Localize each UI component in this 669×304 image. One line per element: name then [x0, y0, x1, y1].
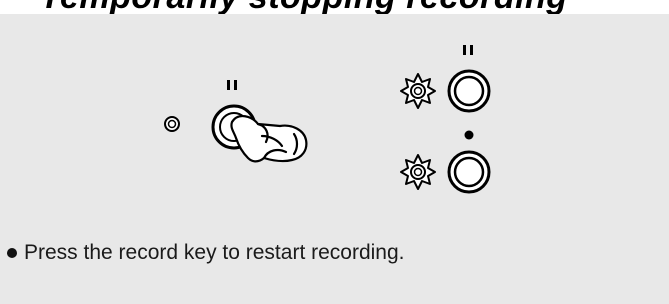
blinking-light-icon	[400, 73, 436, 109]
pressing-finger-icon	[230, 115, 308, 163]
instruction-text: Press the record key to restart recordin…	[24, 241, 405, 264]
pause-symbol-left	[227, 80, 237, 90]
instruction-line: Press the record key to restart recordin…	[7, 241, 405, 265]
blinking-light-icon	[400, 154, 436, 190]
record-symbol	[464, 130, 474, 140]
pause-key-icon	[447, 69, 491, 113]
device-illustration	[164, 45, 491, 194]
section-heading-text: Temporarily stopping recording	[40, 0, 568, 14]
record-key-icon	[447, 150, 491, 194]
pause-symbol-right	[463, 45, 473, 55]
section-heading: Temporarily stopping recording	[0, 0, 669, 14]
led-indicator-icon	[164, 116, 180, 132]
bullet-icon	[7, 248, 17, 258]
